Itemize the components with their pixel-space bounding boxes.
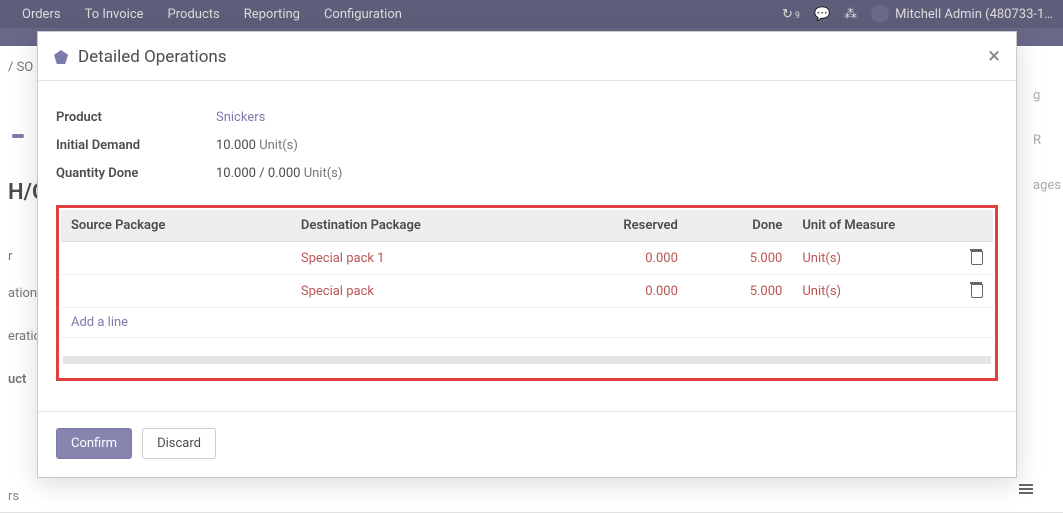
- modal-title: Detailed Operations: [78, 47, 227, 67]
- modal-header: Detailed Operations ×: [38, 32, 1016, 80]
- close-icon[interactable]: ×: [988, 46, 1000, 68]
- cell-reserved[interactable]: 0.000: [563, 242, 688, 275]
- add-line[interactable]: Add a line: [61, 308, 993, 338]
- cell-uom[interactable]: Unit(s): [792, 275, 959, 308]
- cell-dest[interactable]: Special pack 1: [291, 242, 563, 275]
- modal-icon: [54, 50, 68, 64]
- col-done: Done: [688, 210, 792, 242]
- col-source: Source Package: [61, 210, 291, 242]
- quantity-done-label: Quantity Done: [56, 166, 216, 181]
- cell-done[interactable]: 5.000: [688, 275, 792, 308]
- cell-source[interactable]: [61, 275, 291, 308]
- cell-source[interactable]: [61, 242, 291, 275]
- cell-reserved[interactable]: 0.000: [563, 275, 688, 308]
- initial-demand-label: Initial Demand: [56, 138, 216, 153]
- table-row[interactable]: Special pack 10.0005.000Unit(s): [61, 242, 993, 275]
- product-value[interactable]: Snickers: [216, 110, 265, 125]
- quantity-done-value: 10.000 / 0.000 Unit(s): [216, 166, 342, 181]
- table-row[interactable]: Special pack0.0005.000Unit(s): [61, 275, 993, 308]
- detailed-operations-modal: Detailed Operations × Product Snickers I…: [37, 31, 1017, 478]
- trash-icon[interactable]: [970, 249, 982, 263]
- col-uom: Unit of Measure: [792, 210, 959, 242]
- cell-uom[interactable]: Unit(s): [792, 242, 959, 275]
- moves-table: Source Package Destination Package Reser…: [61, 210, 993, 356]
- modal-body: Product Snickers Initial Demand 10.000 U…: [38, 81, 1016, 387]
- cell-done[interactable]: 5.000: [688, 242, 792, 275]
- cell-dest[interactable]: Special pack: [291, 275, 563, 308]
- modal-footer: Confirm Discard: [38, 411, 1016, 477]
- modal-overlay: Detailed Operations × Product Snickers I…: [0, 0, 1063, 513]
- initial-demand-value: 10.000 Unit(s): [216, 138, 298, 153]
- trash-icon[interactable]: [970, 282, 982, 296]
- confirm-button[interactable]: Confirm: [56, 428, 132, 459]
- product-label: Product: [56, 110, 216, 125]
- col-reserved: Reserved: [563, 210, 688, 242]
- discard-button[interactable]: Discard: [142, 428, 216, 459]
- table-scrollbar[interactable]: [63, 356, 991, 364]
- moves-table-highlight: Source Package Destination Package Reser…: [56, 205, 998, 381]
- col-dest: Destination Package: [291, 210, 563, 242]
